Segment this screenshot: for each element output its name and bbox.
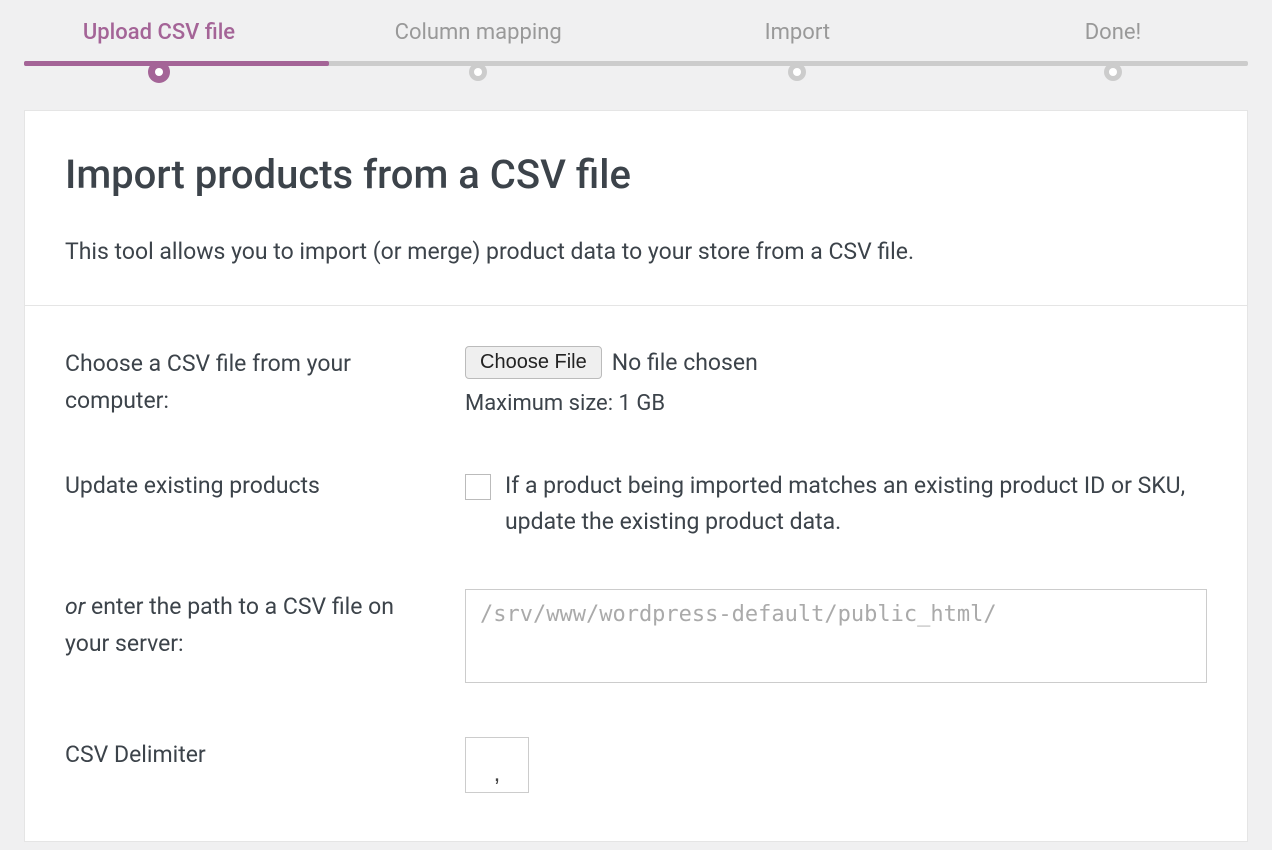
step-done[interactable]: Done! [1033,20,1193,83]
step-dot-icon [1104,63,1122,81]
step-dot-icon [148,61,170,83]
step-upload[interactable]: Upload CSV file [79,20,239,83]
step-column-mapping[interactable]: Column mapping [395,20,562,83]
server-path-label: or enter the path to a CSV file on your … [65,589,465,663]
step-dot-icon [788,63,806,81]
divider [25,305,1247,306]
choose-file-row: Choose a CSV file from your computer: Ch… [65,346,1207,420]
update-existing-checkbox[interactable] [465,474,491,500]
choose-file-label: Choose a CSV file from your computer: [65,346,465,420]
update-existing-label: Update existing products [65,468,465,505]
file-status: No file chosen [612,349,758,376]
server-path-input[interactable] [465,589,1207,683]
file-size-hint: Maximum size: 1 GB [465,391,1207,416]
page-intro: This tool allows you to import (or merge… [65,238,1207,265]
step-label: Upload CSV file [83,20,235,45]
update-existing-description: If a product being imported matches an e… [505,468,1207,542]
step-label: Import [765,20,830,45]
delimiter-row: CSV Delimiter [65,737,1207,793]
server-path-row: or enter the path to a CSV file on your … [65,589,1207,689]
stepper: Upload CSV file Column mapping Import Do… [0,0,1272,90]
delimiter-label: CSV Delimiter [65,737,465,774]
step-label: Column mapping [395,20,562,45]
step-label: Done! [1085,20,1141,45]
page-title: Import products from a CSV file [65,151,1207,198]
update-existing-row: Update existing products If a product be… [65,468,1207,542]
import-panel: Import products from a CSV file This too… [24,110,1248,842]
step-dot-icon [469,63,487,81]
step-import[interactable]: Import [717,20,877,83]
delimiter-input[interactable] [465,737,529,793]
choose-file-button[interactable]: Choose File [465,346,602,379]
